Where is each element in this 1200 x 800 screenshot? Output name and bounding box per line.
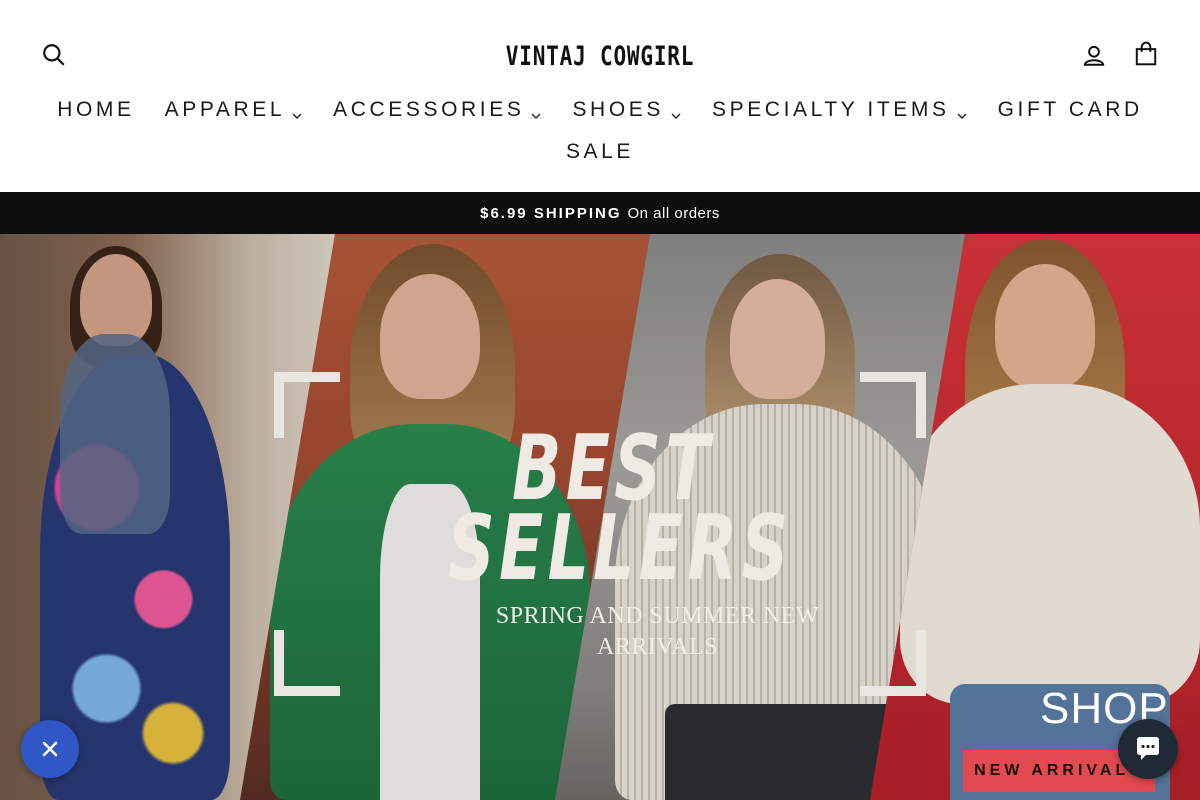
nav-item-label: SHOES: [572, 98, 664, 121]
nav-item-label: SPECIALTY ITEMS: [711, 98, 950, 121]
nav-item-label: HOME: [57, 98, 135, 121]
frame-corner-bottom-left: [274, 630, 340, 696]
announcement-bar[interactable]: $6.99 SHIPPING On all orders: [0, 192, 1200, 234]
nav-item-specialty-items[interactable]: SPECIALTY ITEMS: [697, 98, 983, 122]
nav-item-gift-card[interactable]: GIFT CARD: [983, 98, 1158, 122]
nav-item-shoes[interactable]: SHOES: [557, 98, 697, 122]
hero-subtitle: SPRING AND SUMMER NEW ARRIVALS: [440, 601, 875, 663]
nav-item-accessories[interactable]: ACCESSORIES: [318, 98, 557, 122]
main-nav-row-2: SALE: [0, 134, 1200, 170]
hero-title-line-2: SELLERS: [448, 496, 793, 601]
hero-banner[interactable]: BEST SELLERS SPRING AND SUMMER NEW ARRIV…: [0, 234, 1200, 800]
hero-subtitle-line-2: ARRIVALS: [597, 634, 718, 660]
nav-item-sale[interactable]: SALE: [551, 140, 649, 164]
search-icon[interactable]: [38, 39, 70, 71]
chevron-down-icon: [956, 104, 968, 119]
site-header: VINTAJ COWGIRL HOME APPAREL ACCESSORIES …: [0, 0, 1200, 192]
frame-corner-top-left: [274, 372, 340, 438]
chevron-down-icon: [530, 104, 542, 119]
nav-item-apparel[interactable]: APPAREL: [150, 98, 319, 122]
announcement-text: On all orders: [627, 204, 720, 222]
announcement-highlight: $6.99 SHIPPING: [480, 204, 622, 222]
site-logo[interactable]: VINTAJ COWGIRL: [506, 36, 694, 76]
chevron-down-icon: [291, 104, 303, 119]
nav-item-label: ACCESSORIES: [333, 98, 525, 121]
frame-corner-top-right: [860, 372, 926, 438]
nav-item-home[interactable]: HOME: [42, 98, 149, 122]
hero-subtitle-line-1: SPRING AND SUMMER NEW: [495, 603, 820, 629]
nav-item-label: GIFT CARD: [997, 98, 1143, 121]
chat-icon[interactable]: [1118, 719, 1178, 779]
nav-item-label: SALE: [565, 140, 635, 163]
close-icon[interactable]: [21, 720, 79, 778]
shopping-bag-icon[interactable]: [1130, 38, 1162, 70]
chevron-down-icon: [670, 104, 682, 119]
main-nav: HOME APPAREL ACCESSORIES SHOES SPECIALTY…: [0, 92, 1200, 128]
user-icon[interactable]: [1078, 39, 1110, 71]
nav-item-label: APPAREL: [164, 98, 286, 121]
